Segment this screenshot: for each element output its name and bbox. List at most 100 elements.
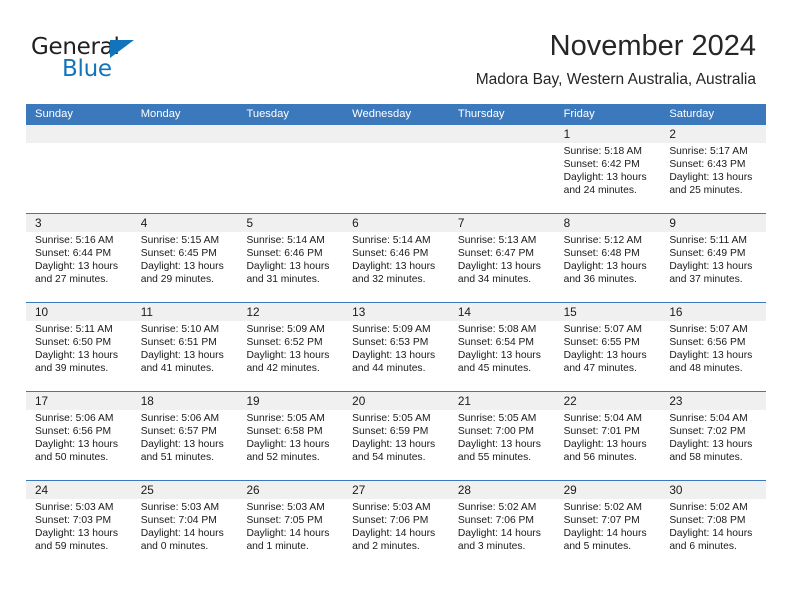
day-sun-info: Sunrise: 5:03 AM Sunset: 7:05 PM Daylight:… [246,501,343,553]
calendar-day-cell[interactable]: 22 Sunrise: 5:04 AM Sunset: 7:01 PM Dayligh… [555,392,661,480]
calendar-day-cell[interactable]: 1 Sunrise: 5:18 AM Sunset: 6:42 PM Daylight… [555,125,661,213]
calendar-day-cell[interactable]: 25 Sunrise: 5:03 AM Sunset: 7:04 PM Dayligh… [132,481,238,569]
day-number: 13 [352,305,366,319]
calendar-day-cell[interactable]: 10 Sunrise: 5:11 AM Sunset: 6:50 PM Dayligh… [26,303,132,391]
title-block: November 2024 Madora Bay, Western Austra… [476,30,756,89]
sunrise-time: Sunrise: 5:02 AM [669,502,748,513]
sunset-time: Sunset: 7:08 PM [669,515,746,527]
daylight-duration: Daylight: 13 hours and 29 minutes. [140,261,224,286]
day-number: 1 [563,127,571,141]
day-number: 20 [352,394,366,408]
day-sun-info: Sunrise: 5:07 AM Sunset: 6:55 PM Daylight:… [564,323,661,375]
calendar-day-cell[interactable]: 14 Sunrise: 5:08 AM Sunset: 6:54 PM Dayligh… [449,303,555,391]
sunset-time: Sunset: 7:06 PM [352,515,429,527]
calendar-day-cell-empty [449,125,555,213]
weekday-header-row: Sunday Monday Tuesday Wednesday Thursday… [26,104,766,125]
sunset-time: Sunset: 7:07 PM [563,515,640,527]
day-sun-info: Sunrise: 5:05 AM Sunset: 7:00 PM Daylight:… [458,412,555,464]
general-blue-logo[interactable]: General Blue [31,36,211,84]
sunrise-time: Sunrise: 5:03 AM [35,502,114,513]
daylight-duration: Daylight: 13 hours and 25 minutes. [669,172,753,197]
sunrise-time: Sunrise: 5:11 AM [669,235,747,246]
calendar-day-cell[interactable]: 13 Sunrise: 5:09 AM Sunset: 6:53 PM Dayligh… [343,303,449,391]
calendar-day-cell[interactable]: 23 Sunrise: 5:04 AM Sunset: 7:02 PM Dayligh… [660,392,766,480]
weekday-wednesday: Wednesday [352,108,412,120]
calendar-day-cell[interactable]: 19 Sunrise: 5:05 AM Sunset: 6:58 PM Dayligh… [237,392,343,480]
day-number: 28 [457,483,471,497]
calendar-day-cell[interactable]: 8 Sunrise: 5:12 AM Sunset: 6:48 PM Daylight… [555,214,661,302]
day-number: 2 [669,127,676,141]
daylight-duration: Daylight: 14 hours and 2 minutes. [352,528,436,553]
daylight-duration: Daylight: 13 hours and 42 minutes. [246,350,330,375]
sunset-time: Sunset: 7:00 PM [457,426,535,438]
calendar-week-cells: 1 Sunrise: 5:18 AM Sunset: 6:42 PM Daylight… [26,125,766,213]
calendar-day-cell[interactable]: 3 Sunrise: 5:16 AM Sunset: 6:44 PM Daylight… [26,214,132,302]
calendar-day-cell[interactable]: 11 Sunrise: 5:10 AM Sunset: 6:51 PM Dayligh… [132,303,238,391]
daylight-duration: Daylight: 13 hours and 34 minutes. [457,261,541,286]
day-sun-info: Sunrise: 5:03 AM Sunset: 7:06 PM Daylight:… [352,501,449,553]
day-number: 24 [35,483,49,497]
calendar-day-cell[interactable]: 5 Sunrise: 5:14 AM Sunset: 6:46 PM Daylight… [237,214,343,302]
calendar-day-cell[interactable]: 24 Sunrise: 5:03 AM Sunset: 7:03 PM Dayligh… [26,481,132,569]
day-sun-info: Sunrise: 5:06 AM Sunset: 6:57 PM Daylight:… [141,412,238,464]
calendar-day-cell[interactable]: 26 Sunrise: 5:03 AM Sunset: 7:05 PM Dayligh… [237,481,343,569]
calendar-grid: Sunday Monday Tuesday Wednesday Thursday… [26,104,766,569]
day-number: 15 [563,305,577,319]
sunrise-time: Sunrise: 5:08 AM [457,324,537,335]
calendar-day-cell[interactable]: 12 Sunrise: 5:09 AM Sunset: 6:52 PM Dayligh… [237,303,343,391]
calendar-day-cell[interactable]: 4 Sunrise: 5:15 AM Sunset: 6:45 PM Daylight… [132,214,238,302]
calendar-day-cell[interactable]: 21 Sunrise: 5:05 AM Sunset: 7:00 PM Dayligh… [449,392,555,480]
sunset-time: Sunset: 6:59 PM [352,426,429,438]
calendar-day-cell[interactable]: 27 Sunrise: 5:03 AM Sunset: 7:06 PM Dayligh… [343,481,449,569]
day-number: 29 [563,483,577,497]
day-number: 7 [457,216,465,230]
day-sun-info: Sunrise: 5:09 AM Sunset: 6:52 PM Daylight:… [246,323,343,375]
sunset-time: Sunset: 6:45 PM [140,248,217,260]
day-sun-info: Sunrise: 5:13 AM Sunset: 6:47 PM Daylight:… [458,234,555,286]
calendar-day-cell[interactable]: 28 Sunrise: 5:02 AM Sunset: 7:06 PM Dayligh… [449,481,555,569]
sunrise-time: Sunrise: 5:14 AM [352,235,431,246]
calendar-day-cell[interactable]: 18 Sunrise: 5:06 AM Sunset: 6:57 PM Dayligh… [132,392,238,480]
daylight-duration: Daylight: 13 hours and 44 minutes. [352,350,436,375]
daylight-duration: Daylight: 14 hours and 3 minutes. [457,528,541,553]
sunset-time: Sunset: 6:46 PM [246,248,323,260]
daylight-duration: Daylight: 13 hours and 50 minutes. [35,439,118,464]
sunrise-time: Sunrise: 5:03 AM [352,502,431,513]
calendar-day-cell-empty [237,125,343,213]
page-subtitle: Madora Bay, Western Australia, Australia [475,71,756,89]
sunset-time: Sunset: 6:50 PM [35,337,112,349]
calendar-day-cell[interactable]: 2 Sunrise: 5:17 AM Sunset: 6:43 PM Daylight… [660,125,766,213]
sunset-time: Sunset: 7:06 PM [457,515,535,527]
day-number: 6 [352,216,359,230]
sunrise-time: Sunrise: 5:13 AM [457,235,537,246]
sunrise-time: Sunrise: 5:10 AM [140,324,220,335]
calendar-day-cell[interactable]: 7 Sunrise: 5:13 AM Sunset: 6:47 PM Daylight… [449,214,555,302]
calendar-day-cell[interactable]: 29 Sunrise: 5:02 AM Sunset: 7:07 PM Dayligh… [555,481,661,569]
day-sun-info: Sunrise: 5:06 AM Sunset: 6:56 PM Daylight:… [35,412,132,464]
day-sun-info: Sunrise: 5:18 AM Sunset: 6:42 PM Daylight:… [564,145,661,197]
weekday-sunday: Sunday [35,108,73,120]
daylight-duration: Daylight: 13 hours and 58 minutes. [669,439,753,464]
calendar-day-cell[interactable]: 30 Sunrise: 5:02 AM Sunset: 7:08 PM Dayligh… [660,481,766,569]
daylight-duration: Daylight: 13 hours and 37 minutes. [669,261,753,286]
calendar-day-cell[interactable]: 16 Sunrise: 5:07 AM Sunset: 6:56 PM Dayligh… [660,303,766,391]
sunset-time: Sunset: 6:42 PM [563,159,640,171]
calendar-day-cell[interactable]: 17 Sunrise: 5:06 AM Sunset: 6:56 PM Dayligh… [26,392,132,480]
sunset-time: Sunset: 6:57 PM [140,426,217,438]
calendar-week-cells: 17 Sunrise: 5:06 AM Sunset: 6:56 PM Dayligh… [26,392,766,480]
day-sun-info: Sunrise: 5:14 AM Sunset: 6:46 PM Daylight:… [352,234,449,286]
calendar-week-row: 10 Sunrise: 5:11 AM Sunset: 6:50 PM Dayligh… [26,302,766,391]
calendar-day-cell[interactable]: 20 Sunrise: 5:05 AM Sunset: 6:59 PM Dayligh… [343,392,449,480]
calendar-week-cells: 3 Sunrise: 5:16 AM Sunset: 6:44 PM Daylight… [26,214,766,302]
calendar-day-cell[interactable]: 15 Sunrise: 5:07 AM Sunset: 6:55 PM Dayligh… [555,303,661,391]
logo-text-blue: Blue [62,56,112,82]
calendar-page: General Blue November 2024 Madora Bay, W… [0,0,792,612]
calendar-week-row: 1 Sunrise: 5:18 AM Sunset: 6:42 PM Daylight… [26,125,766,213]
calendar-day-cell[interactable]: 6 Sunrise: 5:14 AM Sunset: 6:46 PM Daylight… [343,214,449,302]
day-sun-info: Sunrise: 5:07 AM Sunset: 6:56 PM Daylight:… [669,323,766,375]
page-header: General Blue November 2024 Madora Bay, W… [0,0,792,104]
daylight-duration: Daylight: 13 hours and 31 minutes. [246,261,330,286]
calendar-day-cell[interactable]: 9 Sunrise: 5:11 AM Sunset: 6:49 PM Daylight… [660,214,766,302]
sunset-time: Sunset: 6:48 PM [563,248,640,260]
day-sun-info: Sunrise: 5:09 AM Sunset: 6:53 PM Daylight:… [352,323,449,375]
